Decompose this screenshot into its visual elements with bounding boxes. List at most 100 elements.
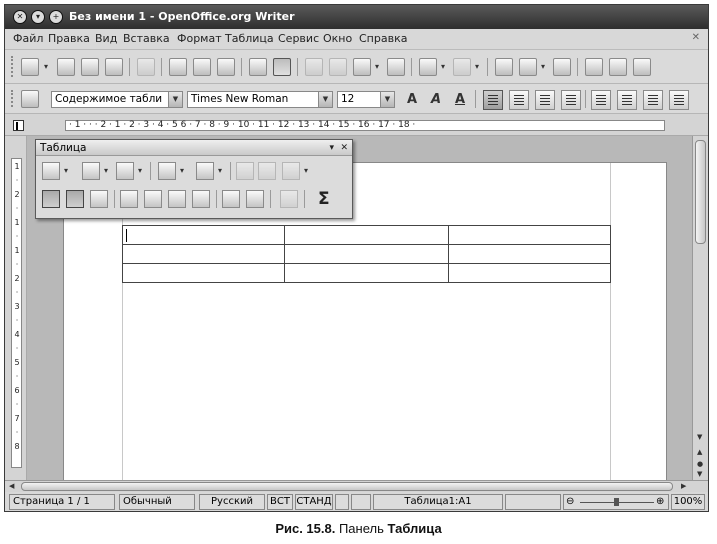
zoom-level[interactable]: 100% [671,494,705,510]
datasources-icon[interactable] [633,58,651,76]
insert-column-icon[interactable] [144,190,162,208]
font-size-select[interactable]: 12 ▼ [337,91,395,108]
zoom-slider[interactable]: ⊖ ⊕ [563,494,669,510]
chevron-down-icon[interactable]: ▾ [218,166,222,175]
panel-titlebar[interactable]: Таблица ▾ ✕ [36,140,352,156]
menu-format[interactable]: Формат [177,32,222,45]
edit-file-icon[interactable] [137,58,155,76]
background-color-icon[interactable] [196,162,214,180]
selection-mode[interactable]: СТАНД [295,494,333,510]
line-style-icon[interactable] [82,162,100,180]
menu-file[interactable]: Файл [13,32,43,45]
table-cell[interactable] [122,244,285,264]
table-cell[interactable] [122,263,285,283]
chevron-down-icon[interactable]: ▾ [64,166,68,175]
maximize-icon[interactable]: + [49,10,63,24]
scroll-down-icon[interactable]: ▼ [697,433,702,441]
table-cell[interactable] [284,244,449,264]
table-cell[interactable] [448,225,611,245]
autoformat-icon[interactable] [222,190,240,208]
italic-icon[interactable]: A [427,92,445,108]
close-icon[interactable]: ✕ [340,140,348,156]
table-properties-icon[interactable] [246,190,264,208]
align-center-vertical-icon[interactable] [66,190,84,208]
decrease-indent-icon[interactable] [643,90,663,110]
chevron-down-icon[interactable]: ▾ [329,140,334,156]
paste-icon[interactable] [353,58,371,76]
paragraph-style-select[interactable]: Содержимое табли ▼ [51,91,183,108]
menu-table[interactable]: Таблица [225,32,274,45]
language-indicator[interactable]: Русский [199,494,265,510]
increase-indent-icon[interactable] [669,90,689,110]
chevron-down-icon[interactable]: ▾ [475,62,479,71]
close-icon[interactable]: ✕ [13,10,27,24]
align-bottom-icon[interactable] [90,190,108,208]
chevron-down-icon[interactable]: ▼ [168,92,182,107]
undo-icon[interactable] [419,58,437,76]
chevron-down-icon[interactable]: ▼ [318,92,332,107]
page-indicator[interactable]: Страница 1 / 1 [9,494,115,510]
document-table[interactable] [122,225,611,283]
menu-view[interactable]: Вид [95,32,117,45]
menu-edit[interactable]: Правка [48,32,90,45]
hyperlink-icon[interactable] [495,58,513,76]
align-top-icon[interactable] [42,190,60,208]
sort-icon[interactable] [280,190,298,208]
email-icon[interactable] [105,58,123,76]
menu-tools[interactable]: Сервис [278,32,319,45]
toolbar-grip[interactable] [11,56,15,77]
bold-icon[interactable]: A [403,92,421,108]
table-cell[interactable] [284,225,449,245]
tab-stop-selector-icon[interactable] [13,120,24,131]
save-icon[interactable] [81,58,99,76]
chevron-down-icon[interactable]: ▾ [375,62,379,71]
optimize-icon[interactable] [282,162,300,180]
borders-icon[interactable] [158,162,176,180]
line-color-icon[interactable] [116,162,134,180]
scroll-thumb[interactable] [21,482,673,491]
menu-window[interactable]: Окно [323,32,352,45]
delete-column-icon[interactable] [192,190,210,208]
horizontal-scrollbar[interactable]: ◀ ▶ [5,480,708,492]
vertical-scrollbar[interactable]: ▼ ▲ ● ▼ [692,136,708,480]
font-name-select[interactable]: Times New Roman ▼ [187,91,333,108]
navigator-icon[interactable] [585,58,603,76]
table-cell[interactable] [448,263,611,283]
print-icon[interactable] [193,58,211,76]
menu-insert[interactable]: Вставка [123,32,170,45]
align-center-icon[interactable] [509,90,529,110]
print-preview-icon[interactable] [217,58,235,76]
view-layout-icon[interactable] [505,494,561,510]
align-right-icon[interactable] [535,90,555,110]
chevron-down-icon[interactable]: ▾ [541,62,545,71]
chevron-down-icon[interactable]: ▾ [138,166,142,175]
split-cells-icon[interactable] [258,162,276,180]
toolbar-grip[interactable] [11,90,15,107]
zoom-thumb[interactable] [614,498,619,506]
previous-page-icon[interactable]: ▲ [697,448,702,456]
table-cell[interactable] [122,225,285,245]
delete-row-icon[interactable] [168,190,186,208]
autospellcheck-icon[interactable] [273,58,291,76]
table-icon[interactable] [42,162,60,180]
underline-icon[interactable]: A [451,92,469,108]
chevron-down-icon[interactable]: ▾ [441,62,445,71]
zoom-in-icon[interactable]: ⊕ [656,495,664,509]
copy-icon[interactable] [329,58,347,76]
styles-icon[interactable] [21,90,39,108]
open-icon[interactable] [57,58,75,76]
sum-icon[interactable]: Σ [318,189,330,209]
digital-signature-icon[interactable] [351,494,371,510]
chevron-down-icon[interactable]: ▼ [380,92,394,107]
table-cell[interactable] [448,244,611,264]
table-cell[interactable] [284,263,449,283]
chevron-down-icon[interactable]: ▾ [44,62,48,71]
insert-mode[interactable]: ВСТ [267,494,293,510]
menu-help[interactable]: Справка [359,32,407,45]
scroll-left-icon[interactable]: ◀ [9,482,14,490]
minimize-icon[interactable]: ▾ [31,10,45,24]
navigation-icon[interactable]: ● [697,460,703,468]
scroll-thumb[interactable] [695,140,706,244]
export-pdf-icon[interactable] [169,58,187,76]
show-draw-functions-icon[interactable] [553,58,571,76]
